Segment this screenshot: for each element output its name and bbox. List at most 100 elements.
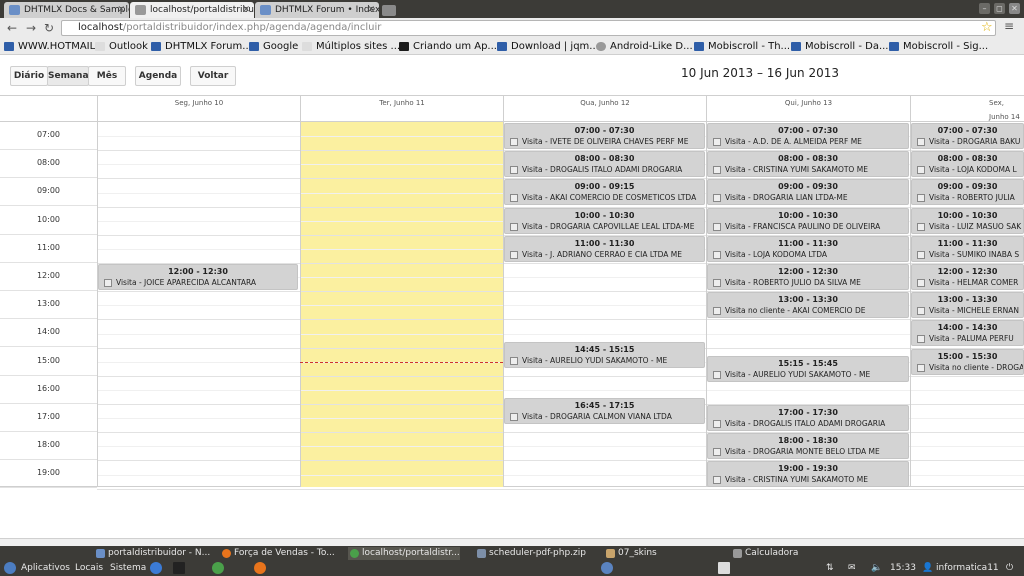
event-card[interactable]: 12:00 - 12:30 Visita - HELMAR COMER xyxy=(911,264,1024,290)
address-bar-input[interactable]: localhost/portaldistribuidor/index.php/a… xyxy=(61,20,996,36)
edit-note-icon[interactable] xyxy=(713,307,721,316)
event-card[interactable]: 09:00 - 09:15 Visita - AKAI COMERCIO DE C… xyxy=(504,179,705,206)
bookmark-multiplos-sites[interactable]: Múltiplos sites ... xyxy=(301,39,400,54)
back-button[interactable]: Voltar xyxy=(190,66,236,86)
event-card[interactable]: 14:00 - 14:30 Visita - PALUMA PERFU xyxy=(911,320,1024,347)
system-menu[interactable]: Sistema xyxy=(110,561,146,575)
close-tab-icon[interactable]: ✕ xyxy=(117,2,125,18)
task-localhost[interactable]: localhost/portaldistr... xyxy=(348,547,460,560)
event-card[interactable]: 15:15 - 15:45 Visita - AURELIO YUDI SAKAM… xyxy=(707,355,909,382)
week-view-button[interactable]: Semana xyxy=(47,66,89,86)
power-icon[interactable]: ⏻ xyxy=(1006,561,1013,575)
event-card[interactable]: 14:45 - 15:15 Visita - AURELIO YUDI SAKAM… xyxy=(504,341,705,368)
edit-note-icon[interactable] xyxy=(510,194,518,203)
browser-tab-dhtmlx-docs[interactable]: DHTMLX Docs & Samples ✕ xyxy=(4,2,129,18)
event-card[interactable]: 09:00 - 09:30 Visita - DROGARIA LIAN LTDA… xyxy=(707,179,909,206)
forward-arrow-icon[interactable]: → xyxy=(24,21,38,35)
edit-note-icon[interactable] xyxy=(104,279,112,287)
places-menu[interactable]: Locais xyxy=(75,561,103,575)
event-card[interactable]: 07:00 - 07:30 Visita - A.D. DE A. ALMEIDA… xyxy=(707,123,909,149)
network-browser-icon[interactable] xyxy=(150,562,162,574)
event-card[interactable]: 10:00 - 10:30 Visita - DROGARIA CAPOVILLA… xyxy=(504,207,705,234)
edit-note-icon[interactable] xyxy=(510,222,518,231)
new-tab-button[interactable] xyxy=(382,5,396,16)
applications-menu[interactable]: Aplicativos xyxy=(21,561,70,575)
browser-tab-dhtmlx-forum[interactable]: DHTMLX Forum • Index pa✕ xyxy=(255,2,379,18)
bookmark-hotmail[interactable]: WWW.HOTMAIL xyxy=(3,39,95,54)
event-card[interactable]: 12:00 - 12:30 Visita - ROBERTO JULIO DA S… xyxy=(707,264,909,290)
close-tab-icon[interactable]: ✕ xyxy=(367,2,375,18)
edit-note-icon[interactable] xyxy=(917,363,925,372)
event-card[interactable]: 09:00 - 09:30 Visita - ROBERTO JULIA xyxy=(911,179,1024,206)
event-card[interactable]: 19:00 - 19:30 Visita - CRISTINA YUMI SAKA… xyxy=(707,461,909,488)
edit-note-icon[interactable] xyxy=(713,138,721,146)
wrench-menu-icon[interactable]: ≡ xyxy=(1004,19,1014,33)
bookmark-mobiscroll-th[interactable]: Mobiscroll - Th... xyxy=(693,39,790,54)
task-07-skins[interactable]: 07_skins xyxy=(604,547,657,560)
event-card[interactable]: 15:00 - 15:30 Visita no cliente - DROGA xyxy=(911,348,1024,375)
bookmark-dhtmlx-forum[interactable]: DHTMLX Forum... xyxy=(150,39,252,54)
close-window-icon[interactable]: ✕ xyxy=(1009,3,1020,14)
edit-note-icon[interactable] xyxy=(510,138,518,146)
edit-note-icon[interactable] xyxy=(510,250,518,259)
agenda-view-button[interactable]: Agenda xyxy=(135,66,181,86)
close-tab-icon[interactable]: ✕ xyxy=(242,2,250,18)
browser-tab-localhost[interactable]: localhost/portaldistribuid ✕ xyxy=(130,2,254,18)
event-card[interactable]: 08:00 - 08:30 Visita - LOJA KODOMA L xyxy=(911,151,1024,178)
event-card[interactable]: 07:00 - 07:30 Visita - IVETE DE OLIVEIRA … xyxy=(504,123,705,149)
volume-icon[interactable]: 🔈 xyxy=(871,561,882,575)
chrome-tray-icon[interactable] xyxy=(718,562,730,574)
bookmark-outlook[interactable]: Outlook xyxy=(94,39,148,54)
week-grid[interactable]: 07:00 08:00 09:00 10:00 11:00 12:00 13:00 14:00… xyxy=(0,122,1024,490)
event-card[interactable]: 11:00 - 11:30 Visita - LOJA KODOMA LTDA xyxy=(707,235,909,262)
month-view-button[interactable]: Mês xyxy=(88,66,126,86)
edit-note-icon[interactable] xyxy=(713,476,721,485)
bookmark-download-jqm[interactable]: Download | jqm... xyxy=(496,39,599,54)
terminal-icon[interactable] xyxy=(173,562,185,574)
panel-user-name[interactable]: informatica11 xyxy=(936,561,999,575)
edit-note-icon[interactable] xyxy=(917,222,925,231)
edit-note-icon[interactable] xyxy=(917,166,925,175)
edit-note-icon[interactable] xyxy=(917,307,925,316)
network-status-icon[interactable]: ⇅ xyxy=(826,561,834,575)
edit-note-icon[interactable] xyxy=(917,279,925,287)
edit-note-icon[interactable] xyxy=(917,250,925,259)
edit-note-icon[interactable] xyxy=(713,194,721,203)
edit-note-icon[interactable] xyxy=(713,279,721,287)
workspace-icon[interactable] xyxy=(601,562,613,574)
edit-note-icon[interactable] xyxy=(510,166,518,175)
event-card[interactable]: 12:00 - 12:30 Visita - JOICE APARECIDA AL… xyxy=(98,264,298,290)
mail-icon[interactable]: ✉ xyxy=(848,561,856,575)
chrome-launcher-icon[interactable] xyxy=(212,562,224,574)
event-card[interactable]: 08:00 - 08:30 Visita - CRISTINA YUMI SAKA… xyxy=(707,151,909,178)
bookmark-criando-um-ap[interactable]: Criando um Ap... xyxy=(398,39,497,54)
edit-note-icon[interactable] xyxy=(713,370,721,379)
bookmark-star-icon[interactable]: ☆ xyxy=(981,20,993,35)
bookmark-mobiscroll-da[interactable]: Mobiscroll - Da... xyxy=(790,39,888,54)
event-card[interactable]: 11:00 - 11:30 Visita - SUMIKO INABA S xyxy=(911,235,1024,262)
restore-icon[interactable]: ◻ xyxy=(994,3,1005,14)
edit-note-icon[interactable] xyxy=(713,222,721,231)
bookmark-mobiscroll-sig[interactable]: Mobiscroll - Sig... xyxy=(888,39,988,54)
event-card[interactable]: 10:00 - 10:30 Visita - LUIZ MASUO SAK xyxy=(911,207,1024,234)
edit-note-icon[interactable] xyxy=(917,335,925,344)
panel-clock[interactable]: 15:33 xyxy=(890,561,916,575)
firefox-launcher-icon[interactable] xyxy=(254,562,266,574)
edit-note-icon[interactable] xyxy=(713,250,721,259)
edit-note-icon[interactable] xyxy=(713,420,721,428)
edit-note-icon[interactable] xyxy=(510,356,518,365)
event-card[interactable]: 08:00 - 08:30 Visita - DROGALIS ITALO ADA… xyxy=(504,151,705,178)
day-view-button[interactable]: Diário xyxy=(10,66,48,86)
task-forca-de-vendas[interactable]: Força de Vendas - To... xyxy=(220,547,335,560)
edit-note-icon[interactable] xyxy=(510,412,518,421)
event-card[interactable]: 13:00 - 13:30 Visita - MICHELE ERNAN xyxy=(911,292,1024,319)
task-portaldistribuidor[interactable]: portaldistribuidor - N... xyxy=(94,547,210,560)
event-card[interactable]: 18:00 - 18:30 Visita - DROGARIA MONTE BEL… xyxy=(707,433,909,460)
edit-note-icon[interactable] xyxy=(917,138,925,146)
minimize-icon[interactable]: – xyxy=(979,3,990,14)
bookmark-google[interactable]: Google xyxy=(248,39,298,54)
edit-note-icon[interactable] xyxy=(713,448,721,457)
task-scheduler-zip[interactable]: scheduler-pdf-php.zip xyxy=(475,547,586,560)
event-card[interactable]: 16:45 - 17:15 Visita - DROGARIA CALMON VI… xyxy=(504,397,705,424)
event-card[interactable]: 10:00 - 10:30 Visita - FRANCISCA PAULINO … xyxy=(707,207,909,234)
